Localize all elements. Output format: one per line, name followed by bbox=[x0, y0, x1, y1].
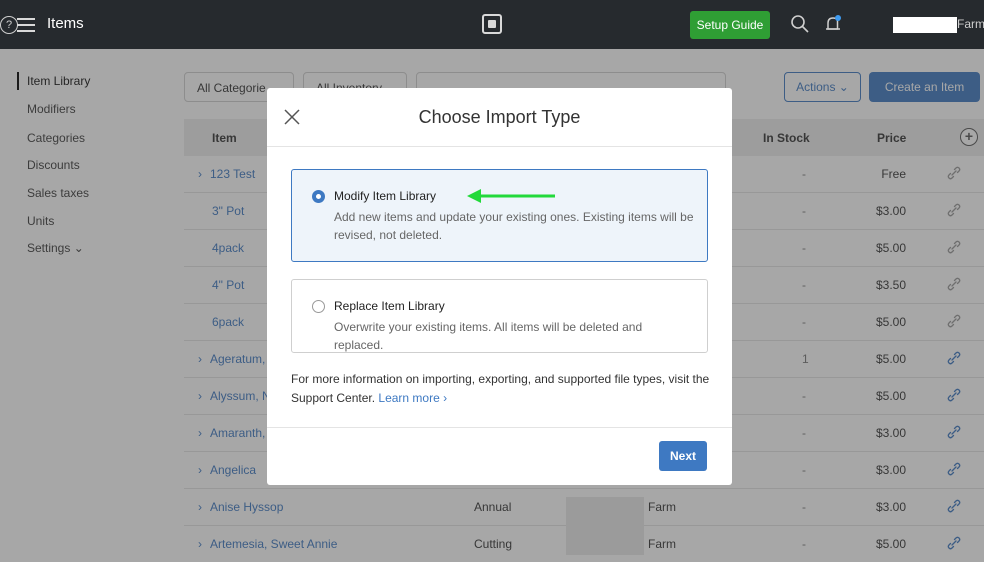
option-modify-item-library[interactable]: Modify Item Library Add new items and up… bbox=[291, 169, 708, 262]
setup-guide-button[interactable]: Setup Guide bbox=[690, 11, 770, 39]
option-description: Overwrite your existing items. All items… bbox=[334, 320, 643, 352]
radio-selected[interactable] bbox=[312, 190, 325, 203]
import-type-dialog: Choose Import Type Modify Item Library A… bbox=[267, 88, 732, 485]
option-title: Modify Item Library bbox=[334, 189, 437, 203]
option-title: Replace Item Library bbox=[334, 299, 445, 313]
page-title: Items bbox=[47, 15, 84, 32]
divider bbox=[267, 427, 732, 428]
help-icon[interactable]: ? bbox=[0, 15, 18, 34]
account-name[interactable]: Farm bbox=[957, 17, 984, 31]
option-description: Add new items and update your existing o… bbox=[334, 210, 694, 242]
help-text-body: For more information on importing, expor… bbox=[291, 372, 710, 405]
search-icon[interactable] bbox=[790, 14, 810, 34]
divider bbox=[267, 146, 732, 147]
learn-more-link[interactable]: Learn more › bbox=[378, 391, 447, 405]
green-arrow-annotation bbox=[467, 189, 555, 203]
dialog-title: Choose Import Type bbox=[418, 107, 581, 127]
top-bar: Items Setup Guide ? Farm bbox=[0, 0, 984, 49]
square-logo-icon[interactable] bbox=[482, 14, 502, 34]
next-button[interactable]: Next bbox=[659, 441, 707, 471]
radio-unselected[interactable] bbox=[312, 300, 325, 313]
notification-bell-icon[interactable] bbox=[823, 14, 843, 34]
hamburger-menu-icon[interactable] bbox=[17, 18, 35, 32]
help-text: For more information on importing, expor… bbox=[291, 370, 711, 408]
account-name-redacted[interactable] bbox=[893, 17, 957, 33]
option-replace-item-library[interactable]: Replace Item Library Overwrite your exis… bbox=[291, 279, 708, 353]
